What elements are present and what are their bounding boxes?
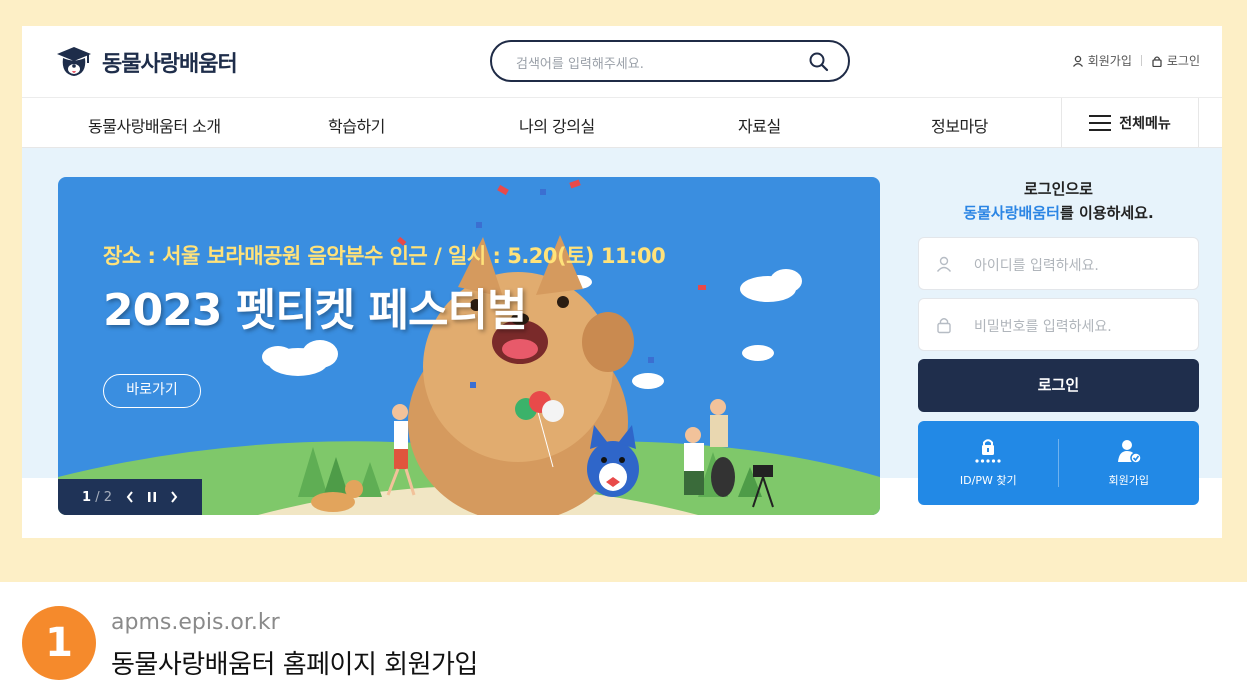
signup-label: 회원가입 xyxy=(1087,54,1132,68)
all-menu-label: 전체메뉴 xyxy=(1119,116,1171,132)
password-placeholder: 비밀번호를 입력하세요. xyxy=(974,319,1112,335)
find-id-pw-button[interactable]: ID/PW 찾기 xyxy=(918,421,1059,505)
banner-title: 2023 펫티켓 페스티벌 xyxy=(103,285,527,336)
lock-icon xyxy=(937,318,951,334)
login-heading-brand: 동물사랑배움터 xyxy=(963,204,1060,222)
header: 동물사랑배움터 검색어를 입력해주세요. 회원가입 로그인 xyxy=(22,26,1222,98)
hamburger-icon xyxy=(1089,115,1112,131)
join-button[interactable]: 회원가입 xyxy=(1059,421,1200,505)
login-box: 로그인으로 동물사랑배움터를 이용하세요. 아이디를 입력하세요. 비밀번호를 … xyxy=(918,177,1199,505)
login-heading-line1: 로그인으로 xyxy=(1023,180,1093,198)
login-link[interactable]: 로그인 xyxy=(1151,52,1200,69)
main-visual-area: 장소 : 서울 보라매공원 음악분수 인근 / 일시 : 5.20(토) 11:… xyxy=(22,148,1222,538)
signup-link[interactable]: 회원가입 xyxy=(1072,52,1132,69)
nav-item-intro[interactable]: 동물사랑배움터 소개 xyxy=(88,113,221,137)
festival-illustration xyxy=(58,179,880,515)
id-field[interactable]: 아이디를 입력하세요. xyxy=(918,237,1199,290)
divider xyxy=(1140,55,1142,66)
login-button[interactable]: 로그인 xyxy=(918,359,1199,412)
caption-title: 동물사랑배움터 홈페이지 회원가입 xyxy=(111,650,478,680)
search-icon[interactable] xyxy=(808,51,830,73)
main-nav: 동물사랑배움터 소개 학습하기 나의 강의실 자료실 정보마당 전체메뉴 xyxy=(22,98,1222,148)
website: 동물사랑배움터 검색어를 입력해주세요. 회원가입 로그인 동물사랑배움터 소개… xyxy=(22,26,1222,538)
password-field[interactable]: 비밀번호를 입력하세요. xyxy=(918,298,1199,351)
banner-go-button[interactable]: 바로가기 xyxy=(103,374,201,408)
utility-links: 회원가입 로그인 xyxy=(1072,52,1200,69)
chevron-right-icon[interactable] xyxy=(170,491,178,503)
lock-password-icon xyxy=(975,439,1001,463)
pager-count: 1 / 2 xyxy=(82,490,112,505)
all-menu-button[interactable]: 전체메뉴 xyxy=(1061,98,1199,148)
login-heading: 로그인으로 동물사랑배움터를 이용하세요. xyxy=(918,177,1199,225)
quick-links: ID/PW 찾기 회원가입 xyxy=(918,421,1199,505)
logo-text: 동물사랑배움터 xyxy=(102,52,238,77)
search-input[interactable]: 검색어를 입력해주세요. xyxy=(490,40,850,82)
pause-icon[interactable] xyxy=(147,492,156,502)
nav-item-learn[interactable]: 학습하기 xyxy=(328,113,385,137)
lock-icon xyxy=(1152,55,1162,67)
pager-current: 1 xyxy=(82,489,92,505)
pager-total: / 2 xyxy=(95,489,112,505)
hero-banner[interactable]: 장소 : 서울 보라매공원 음악분수 인근 / 일시 : 5.20(토) 11:… xyxy=(58,177,880,515)
caption-url: apms.epis.or.kr xyxy=(111,610,280,635)
quick-divider xyxy=(1058,439,1059,487)
logo-dog-icon xyxy=(57,47,91,76)
nav-item-info[interactable]: 정보마당 xyxy=(931,113,988,137)
find-id-pw-label: ID/PW 찾기 xyxy=(959,474,1017,487)
search-placeholder: 검색어를 입력해주세요. xyxy=(516,57,644,72)
logo[interactable]: 동물사랑배움터 xyxy=(56,44,238,80)
step-number-badge: 1 xyxy=(22,606,96,680)
user-icon xyxy=(936,256,952,272)
join-label: 회원가입 xyxy=(1108,474,1149,487)
chevron-left-icon[interactable] xyxy=(126,491,134,503)
user-icon xyxy=(1072,55,1083,67)
nav-item-my-classroom[interactable]: 나의 강의실 xyxy=(519,113,595,137)
banner-pager: 1 / 2 xyxy=(58,479,202,515)
user-check-icon xyxy=(1117,440,1142,464)
login-heading-rest: 를 이용하세요. xyxy=(1059,204,1154,222)
id-placeholder: 아이디를 입력하세요. xyxy=(974,258,1099,274)
login-label: 로그인 xyxy=(1166,54,1200,68)
banner-subtitle: 장소 : 서울 보라매공원 음악분수 인근 / 일시 : 5.20(토) 11:… xyxy=(103,244,666,268)
nav-item-library[interactable]: 자료실 xyxy=(738,113,781,137)
